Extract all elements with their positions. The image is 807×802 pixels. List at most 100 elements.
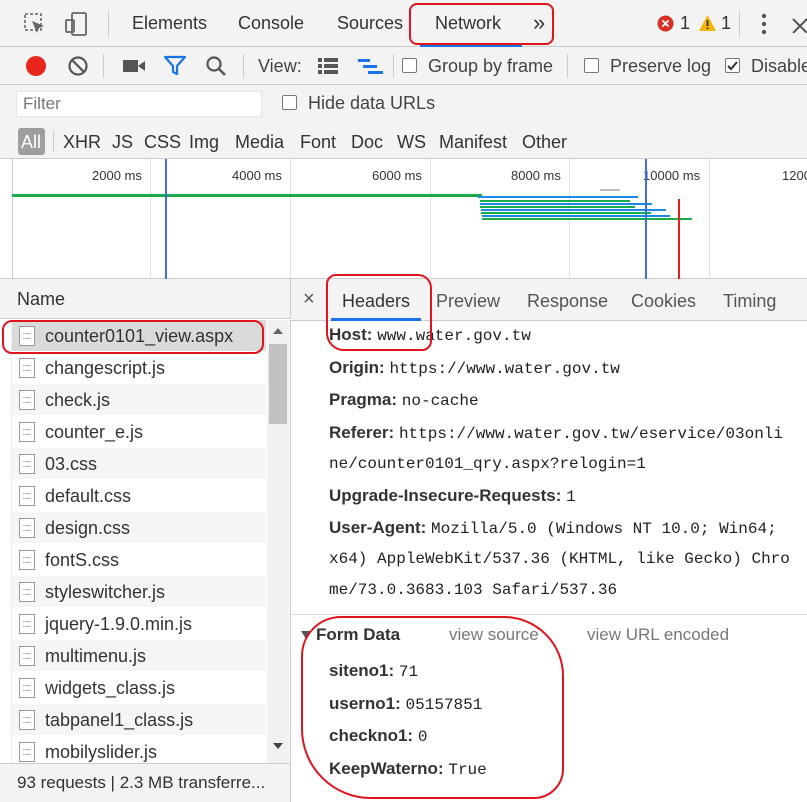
request-name: 03.css <box>45 454 98 474</box>
request-row[interactable]: fontS.css <box>12 544 266 576</box>
file-icon <box>19 582 35 602</box>
annotation-headers-tab <box>326 274 432 351</box>
video-camera-icon[interactable] <box>122 56 146 76</box>
file-icon <box>19 678 35 698</box>
request-name: fontS.css <box>45 550 120 570</box>
preserve-log-checkbox[interactable] <box>584 58 599 73</box>
tab-preview[interactable]: Preview <box>436 291 500 312</box>
view-url-encoded-link[interactable]: view URL encoded <box>587 625 729 645</box>
file-icon <box>19 614 35 634</box>
record-button[interactable] <box>24 54 48 78</box>
clear-icon[interactable] <box>66 54 90 78</box>
inspect-element-icon[interactable] <box>22 12 48 36</box>
devtools-tab-bar: Elements Console Sources Network » 1 1 <box>0 0 807 47</box>
group-by-frame-label: Group by frame <box>428 56 554 76</box>
request-name: counter_e.js <box>45 422 144 442</box>
annotation-selected-file <box>2 320 264 354</box>
type-all[interactable]: All <box>21 132 41 153</box>
search-icon[interactable] <box>204 54 228 78</box>
request-name: jquery-1.9.0.min.js <box>45 614 193 634</box>
disable-cache-checkbox[interactable] <box>725 58 740 73</box>
preserve-log-label: Preserve log <box>610 56 712 76</box>
name-column-header[interactable]: Name <box>0 279 291 319</box>
type-media[interactable]: Media <box>235 132 284 153</box>
request-row[interactable]: styleswitcher.js <box>12 576 266 608</box>
request-row[interactable]: 03.css <box>12 448 266 480</box>
type-img[interactable]: Img <box>189 132 219 153</box>
request-row[interactable]: check.js <box>12 384 266 416</box>
request-row[interactable]: jquery-1.9.0.min.js <box>12 608 266 640</box>
error-count[interactable]: 1 <box>680 13 690 34</box>
disable-cache-label: Disable <box>751 56 807 76</box>
waterfall-icon[interactable] <box>357 56 385 76</box>
type-manifest[interactable]: Manifest <box>439 132 507 153</box>
tab-cookies[interactable]: Cookies <box>631 291 696 312</box>
header-row: Pragma: no-cache <box>329 390 479 410</box>
error-icon[interactable] <box>657 15 674 32</box>
close-detail-button[interactable]: × <box>303 288 315 311</box>
type-doc[interactable]: Doc <box>351 132 383 153</box>
request-name: default.css <box>45 486 132 506</box>
request-name: styleswitcher.js <box>45 582 166 602</box>
network-toolbar: View: Group by frame Preserve log Disabl… <box>0 47 807 85</box>
request-row[interactable]: mobilyslider.js <box>12 736 266 763</box>
type-other[interactable]: Other <box>522 132 567 153</box>
scroll-down-icon[interactable] <box>272 741 284 751</box>
request-row[interactable]: tabpanel1_class.js <box>12 704 266 736</box>
header-row: Origin: https://www.water.gov.tw <box>329 358 620 378</box>
file-icon <box>19 710 35 730</box>
view-label: View: <box>258 56 302 76</box>
request-list: counter0101_view.aspx changescript.js chec… <box>12 320 266 763</box>
type-js[interactable]: JS <box>112 132 133 153</box>
file-icon <box>19 518 35 538</box>
annotation-network-tab <box>409 3 554 45</box>
request-row[interactable]: design.css <box>12 512 266 544</box>
request-row[interactable]: widgets_class.js <box>12 672 266 704</box>
request-name: design.css <box>45 518 131 538</box>
request-name: multimenu.js <box>45 646 147 666</box>
header-row: User-Agent: Mozilla/5.0 (Windows NT 10.0… <box>329 518 777 538</box>
network-overview-timeline[interactable]: 2000 ms 4000 ms 6000 ms 8000 ms 10000 ms… <box>0 159 807 279</box>
type-ws[interactable]: WS <box>397 132 426 153</box>
file-icon <box>19 742 35 762</box>
tab-timing[interactable]: Timing <box>723 291 776 312</box>
file-icon <box>19 358 35 378</box>
request-list-scrollbar[interactable] <box>267 320 289 763</box>
tab-console[interactable]: Console <box>238 13 304 34</box>
name-column-label: Name <box>17 289 66 309</box>
type-xhr[interactable]: XHR <box>63 132 101 153</box>
request-row[interactable]: default.css <box>12 480 266 512</box>
hide-data-urls-label: Hide data URLs <box>308 93 436 113</box>
device-toolbar-icon[interactable] <box>62 11 90 37</box>
warning-icon[interactable] <box>698 14 717 32</box>
file-icon <box>19 390 35 410</box>
request-row[interactable]: multimenu.js <box>12 640 266 672</box>
file-icon <box>19 550 35 570</box>
tab-elements[interactable]: Elements <box>132 13 207 34</box>
filter-input[interactable] <box>16 91 262 117</box>
request-row[interactable]: counter_e.js <box>12 416 266 448</box>
request-name: widgets_class.js <box>45 678 176 698</box>
request-name: check.js <box>45 390 111 410</box>
large-rows-icon[interactable] <box>316 56 340 76</box>
tab-sources[interactable]: Sources <box>337 13 403 34</box>
filter-bar: Hide data URLs <box>0 85 807 123</box>
header-value-continuation: me/73.0.3683.103 Safari/537.36 <box>329 581 618 599</box>
type-css[interactable]: CSS <box>144 132 181 153</box>
request-row[interactable]: changescript.js <box>12 352 266 384</box>
group-by-frame-checkbox[interactable] <box>402 58 417 73</box>
filter-icon[interactable] <box>163 55 187 77</box>
annotation-form-data <box>301 616 564 799</box>
scrollbar-thumb[interactable] <box>269 344 287 424</box>
warning-count[interactable]: 1 <box>721 13 731 34</box>
close-devtools-icon[interactable] <box>790 12 807 36</box>
tab-response[interactable]: Response <box>527 291 608 312</box>
header-value-continuation: x64) AppleWebKit/537.36 (KHTML, like Gec… <box>329 550 790 568</box>
customize-menu-icon[interactable] <box>755 12 773 36</box>
header-value-continuation: ne/counter0101_qry.aspx?relogin=1 <box>329 455 646 473</box>
scroll-up-icon[interactable] <box>272 326 284 336</box>
file-icon <box>19 454 35 474</box>
hide-data-urls-checkbox[interactable] <box>282 95 297 110</box>
header-row: Referer: https://www.water.gov.tw/eservi… <box>329 423 783 443</box>
type-font[interactable]: Font <box>300 132 336 153</box>
